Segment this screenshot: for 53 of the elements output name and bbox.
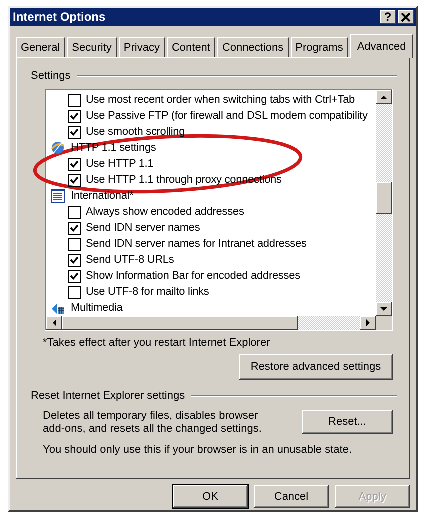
checkbox[interactable] xyxy=(68,206,81,218)
down-arrow-icon[interactable] xyxy=(380,306,388,312)
checkbox[interactable] xyxy=(68,286,81,298)
setting-label[interactable]: Send IDN server names xyxy=(86,222,200,234)
note-text: *Takes effect after you restart Internet Explorer xyxy=(43,337,272,349)
up-arrow-icon[interactable] xyxy=(380,94,388,100)
category-label[interactable]: Multimedia xyxy=(71,302,123,314)
scroll-thumb[interactable] xyxy=(62,316,298,330)
category-label[interactable]: International* xyxy=(71,190,134,202)
checkbox[interactable] xyxy=(68,174,81,186)
tab[interactable]: Advanced xyxy=(350,34,414,58)
dialog-button[interactable]: Cancel xyxy=(254,485,329,508)
setting-label[interactable]: Use most recent order when switching tabs with Ctrl+Tab xyxy=(86,94,356,106)
setting-label[interactable]: Use HTTP 1.1 xyxy=(86,158,154,170)
setting-label[interactable]: Send UTF-8 URLs xyxy=(86,254,174,266)
dialog-button[interactable]: OK xyxy=(173,485,248,508)
checkbox[interactable] xyxy=(68,158,81,170)
tab[interactable]: Privacy xyxy=(118,37,165,57)
window-title: Internet Options xyxy=(13,10,107,24)
tab[interactable]: Connections xyxy=(217,37,289,57)
tab[interactable]: General xyxy=(16,37,66,57)
checkbox[interactable] xyxy=(68,126,81,138)
tab[interactable]: Programs xyxy=(290,37,348,57)
setting-label[interactable]: Show Information Bar for encoded addresses xyxy=(86,270,300,282)
restore-button[interactable]: Restore advanced settings xyxy=(239,354,393,380)
document-icon xyxy=(50,188,66,204)
setting-label[interactable]: Use UTF-8 for mailto links xyxy=(86,286,210,298)
setting-label[interactable]: Send IDN server names for Intranet addresses xyxy=(86,238,307,250)
group-label: Reset Internet Explorer settings xyxy=(31,390,186,402)
checkbox[interactable] xyxy=(68,254,81,266)
help-button[interactable]: ? xyxy=(380,10,396,24)
setting-label[interactable]: Always show encoded addresses xyxy=(86,206,244,218)
right-arrow-icon[interactable] xyxy=(366,319,370,327)
left-arrow-icon[interactable] xyxy=(52,319,56,327)
checkbox[interactable] xyxy=(68,110,81,122)
description-text: Deletes all temporary files, disables browser add-ons, and resets all the changed settings. xyxy=(43,410,263,436)
horizontal-scrollbar[interactable] xyxy=(46,316,392,330)
checkbox[interactable] xyxy=(68,94,81,106)
scrollbar-corner xyxy=(376,316,392,330)
close-button[interactable] xyxy=(398,10,414,24)
tab[interactable]: Security xyxy=(67,37,117,57)
setting-label[interactable]: Use Passive FTP (for firewall and DSL modem compatibility xyxy=(86,110,368,122)
tab[interactable]: Content xyxy=(166,37,216,57)
setting-label[interactable]: Use smooth scrolling xyxy=(86,126,186,138)
warning-text: You should only use this if your browser is in an unusable state. xyxy=(43,444,353,456)
vertical-scrollbar[interactable] xyxy=(376,90,392,316)
checkbox[interactable] xyxy=(68,238,81,250)
scroll-thumb[interactable] xyxy=(376,182,392,214)
reset-button[interactable]: Reset... xyxy=(302,410,393,434)
checkbox[interactable] xyxy=(68,270,81,282)
checkbox[interactable] xyxy=(68,222,81,234)
group-label: Settings xyxy=(31,70,71,82)
globe-icon xyxy=(50,140,66,156)
